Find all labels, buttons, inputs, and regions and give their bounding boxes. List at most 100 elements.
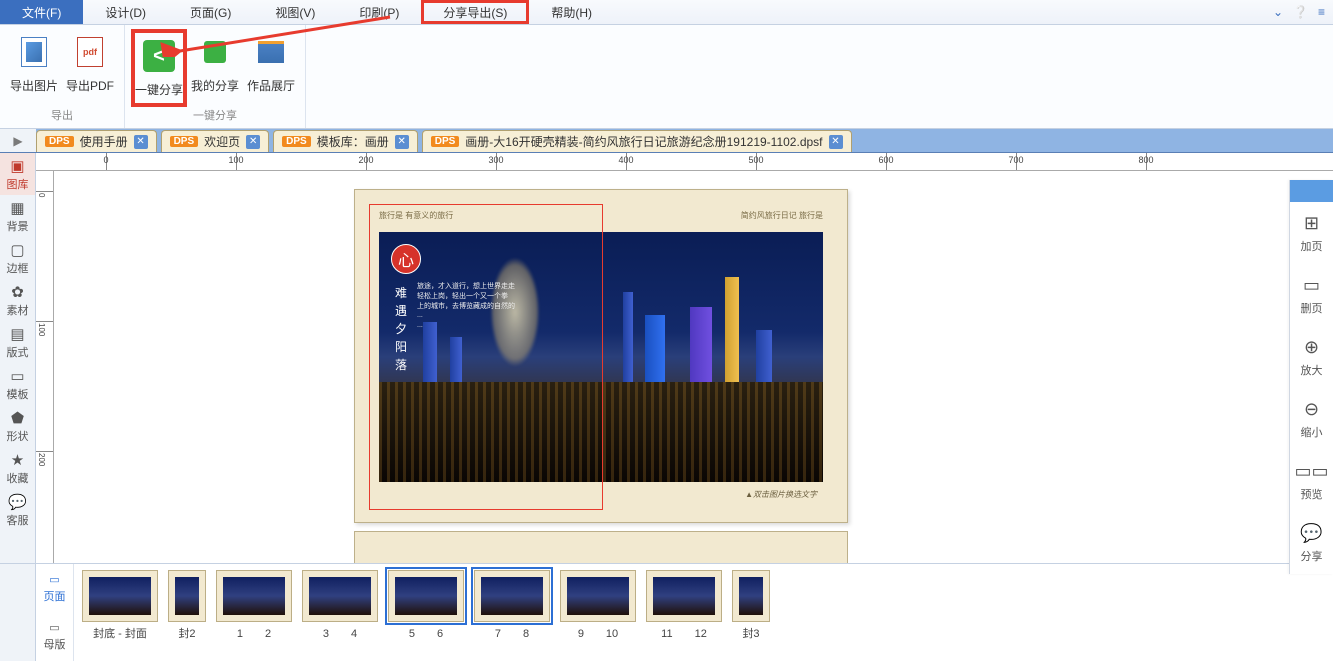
vruler-tick: 100 bbox=[37, 323, 46, 336]
sidebar-icon: ▦ bbox=[10, 199, 24, 217]
body-text[interactable]: 旅途，才入道行，想上世界走走轻松上岗，轻出一个又一个拳上的城市，去博览藏成的自然… bbox=[417, 282, 515, 331]
workspace: ▣图库▦背景▢边框✿素材▤版式▭模板⬟形状★收藏💬客服 100010020030… bbox=[0, 153, 1333, 563]
ruler-tick: 700 bbox=[1008, 155, 1023, 165]
right-panel-label: 加页 bbox=[1301, 238, 1323, 254]
right-panel-label: 分享 bbox=[1301, 548, 1323, 564]
sidebar-item-3[interactable]: ✿素材 bbox=[0, 279, 35, 321]
right-panel: ⊞加页 ▭ 删页 ⊕放大⊖缩小▭▭预览💬分享 bbox=[1289, 180, 1333, 574]
sidebar-item-8[interactable]: 💬客服 bbox=[0, 489, 35, 531]
menu-item-1[interactable]: 设计(D) bbox=[83, 0, 168, 24]
sidebar-icon: ★ bbox=[11, 451, 24, 469]
ribbon-group-export: 导出图片 pdf 导出PDF 导出 bbox=[0, 25, 125, 128]
thumb-pair-4[interactable]: 3 4 bbox=[302, 570, 378, 641]
right-panel-header[interactable] bbox=[1290, 180, 1333, 202]
sidebar-item-0[interactable]: ▣图库 bbox=[0, 153, 35, 195]
thumbnail-strip: ▭ 页面 ▭ 母版 封底 - 封面 封2 1 2 3 4 5 6 7 8 9 10 11 12… bbox=[0, 563, 1333, 661]
right-panel-item-5[interactable]: 💬分享 bbox=[1290, 512, 1333, 574]
doc-tab-label: 使用手册 bbox=[80, 133, 128, 150]
doc-tab-1[interactable]: DPS欢迎页✕ bbox=[161, 130, 270, 152]
thumb-pair-2[interactable]: 1 2 bbox=[216, 570, 292, 641]
right-panel-item-2[interactable]: ⊕放大 bbox=[1290, 326, 1333, 388]
right-panel-item-4[interactable]: ▭▭预览 bbox=[1290, 450, 1333, 512]
heart-badge[interactable]: 心 bbox=[391, 244, 421, 274]
ribbon-group-label-share: 一键分享 bbox=[193, 107, 237, 123]
sidebar-item-1[interactable]: ▦背景 bbox=[0, 195, 35, 237]
dps-badge-icon: DPS bbox=[282, 136, 311, 147]
thumb-14[interactable]: 封3 bbox=[732, 570, 770, 641]
ruler-tick: 300 bbox=[488, 155, 503, 165]
menu-item-0[interactable]: 文件(F) bbox=[0, 0, 83, 24]
sidebar-item-7[interactable]: ★收藏 bbox=[0, 447, 35, 489]
vertical-title[interactable]: 难遇夕阳落 bbox=[395, 284, 407, 373]
thumb-pair-12[interactable]: 11 12 bbox=[646, 570, 722, 641]
thumb-label: 5 6 bbox=[409, 625, 443, 641]
menu-item-5[interactable]: 分享导出(S) bbox=[421, 0, 529, 24]
thumb-label: 1 2 bbox=[237, 625, 271, 641]
doc-tab-0[interactable]: DPS使用手册✕ bbox=[36, 130, 157, 152]
thumb-pair-8[interactable]: 7 8 bbox=[474, 570, 550, 641]
sidebar-icon: 💬 bbox=[8, 493, 27, 511]
ruler-tick: 100 bbox=[228, 155, 243, 165]
right-panel-label: 删页 bbox=[1301, 300, 1323, 316]
close-icon[interactable]: ✕ bbox=[395, 135, 409, 149]
sidebar-label: 客服 bbox=[7, 512, 29, 528]
page-spread[interactable]: 旅行是 有意义的旅行 简约风旅行日记 旅行是 bbox=[354, 189, 848, 523]
export-image-button[interactable]: 导出图片 bbox=[6, 29, 62, 107]
sidebar-item-2[interactable]: ▢边框 bbox=[0, 237, 35, 279]
ribbon-group-label-export: 导出 bbox=[51, 107, 73, 123]
gallery-button[interactable]: 作品展厅 bbox=[243, 29, 299, 107]
sidebar-item-6[interactable]: ⬟形状 bbox=[0, 405, 35, 447]
canvas[interactable]: 旅行是 有意义的旅行 简约风旅行日记 旅行是 bbox=[54, 171, 1333, 563]
thumb-label: 封底 - 封面 bbox=[93, 625, 147, 641]
thumbnail-left-gutter bbox=[0, 564, 36, 661]
export-pdf-button[interactable]: pdf 导出PDF bbox=[62, 29, 118, 107]
thumb-pair-10[interactable]: 9 10 bbox=[560, 570, 636, 641]
doc-tab-3[interactable]: DPS 画册-大16开硬壳精装-简约风旅行日记旅游纪念册191219-1102.d… bbox=[422, 130, 852, 152]
close-icon[interactable]: ✕ bbox=[246, 135, 260, 149]
mode-page-button[interactable]: ▭ 页面 bbox=[36, 564, 73, 613]
vertical-ruler: 0100200300 bbox=[36, 171, 54, 563]
dps-badge-icon: DPS bbox=[431, 136, 460, 147]
dropdown-icon[interactable]: ⌄ bbox=[1273, 5, 1283, 19]
my-share-button[interactable]: 我的分享 bbox=[187, 29, 243, 107]
doc-tab-label: 画册-大16开硬壳精装-简约风旅行日记旅游纪念册191219-1102.dpsf bbox=[465, 133, 822, 150]
thumb-label: 9 10 bbox=[578, 625, 618, 641]
mode-master-button[interactable]: ▭ 母版 bbox=[36, 613, 73, 662]
right-panel-item-0[interactable]: ⊞加页 bbox=[1290, 202, 1333, 264]
close-icon[interactable]: ✕ bbox=[134, 135, 148, 149]
right-panel-icon: ▭ bbox=[1303, 275, 1320, 296]
ruler-tick: 500 bbox=[748, 155, 763, 165]
menu-item-6[interactable]: 帮助(H) bbox=[529, 0, 614, 24]
thumb-pair-6[interactable]: 5 6 bbox=[388, 570, 464, 641]
doc-tab-2[interactable]: DPS模板库：画册✕ bbox=[273, 130, 418, 152]
more-icon[interactable]: ≡ bbox=[1318, 5, 1325, 19]
mode-master-label: 母版 bbox=[44, 636, 66, 652]
vruler-tick: 0 bbox=[37, 193, 46, 197]
right-panel-label: 预览 bbox=[1301, 486, 1323, 502]
master-mode-icon: ▭ bbox=[49, 621, 59, 634]
ribbon-group-share: 一键分享 我的分享 作品展厅 一键分享 bbox=[125, 25, 306, 128]
thumb-1[interactable]: 封2 bbox=[168, 570, 206, 641]
menu-item-2[interactable]: 页面(G) bbox=[168, 0, 253, 24]
menu-item-3[interactable]: 视图(V) bbox=[253, 0, 337, 24]
gallery-icon bbox=[254, 35, 288, 69]
sidebar-icon: ▢ bbox=[10, 241, 24, 259]
sidebar-label: 素材 bbox=[7, 302, 29, 318]
canvas-area: 1000100200300400500600700800 0100200300 … bbox=[36, 153, 1333, 563]
sidebar-icon: ⬟ bbox=[11, 409, 24, 427]
page-spread-next[interactable] bbox=[354, 531, 848, 563]
doc-tab-label: 欢迎页 bbox=[204, 133, 240, 150]
right-panel-item-1[interactable]: ▭ 删页 bbox=[1290, 264, 1333, 326]
sidebar-item-4[interactable]: ▤版式 bbox=[0, 321, 35, 363]
right-panel-item-3[interactable]: ⊖缩小 bbox=[1290, 388, 1333, 450]
sidebar-item-5[interactable]: ▭模板 bbox=[0, 363, 35, 405]
thumbnail-scroll[interactable]: 封底 - 封面 封2 1 2 3 4 5 6 7 8 9 10 11 12封3 bbox=[74, 564, 1333, 661]
play-icon[interactable]: ▶ bbox=[0, 129, 36, 152]
thumb-0[interactable]: 封底 - 封面 bbox=[82, 570, 158, 641]
close-icon[interactable]: ✕ bbox=[829, 135, 843, 149]
ribbon: 导出图片 pdf 导出PDF 导出 一键分享 我的分享 作品展厅 一键分享 bbox=[0, 25, 1333, 129]
one-click-share-button[interactable]: 一键分享 bbox=[131, 29, 187, 107]
menu-item-4[interactable]: 印刷(P) bbox=[337, 0, 421, 24]
help-icon[interactable]: ❔ bbox=[1293, 5, 1308, 19]
sidebar-label: 收藏 bbox=[7, 470, 29, 486]
